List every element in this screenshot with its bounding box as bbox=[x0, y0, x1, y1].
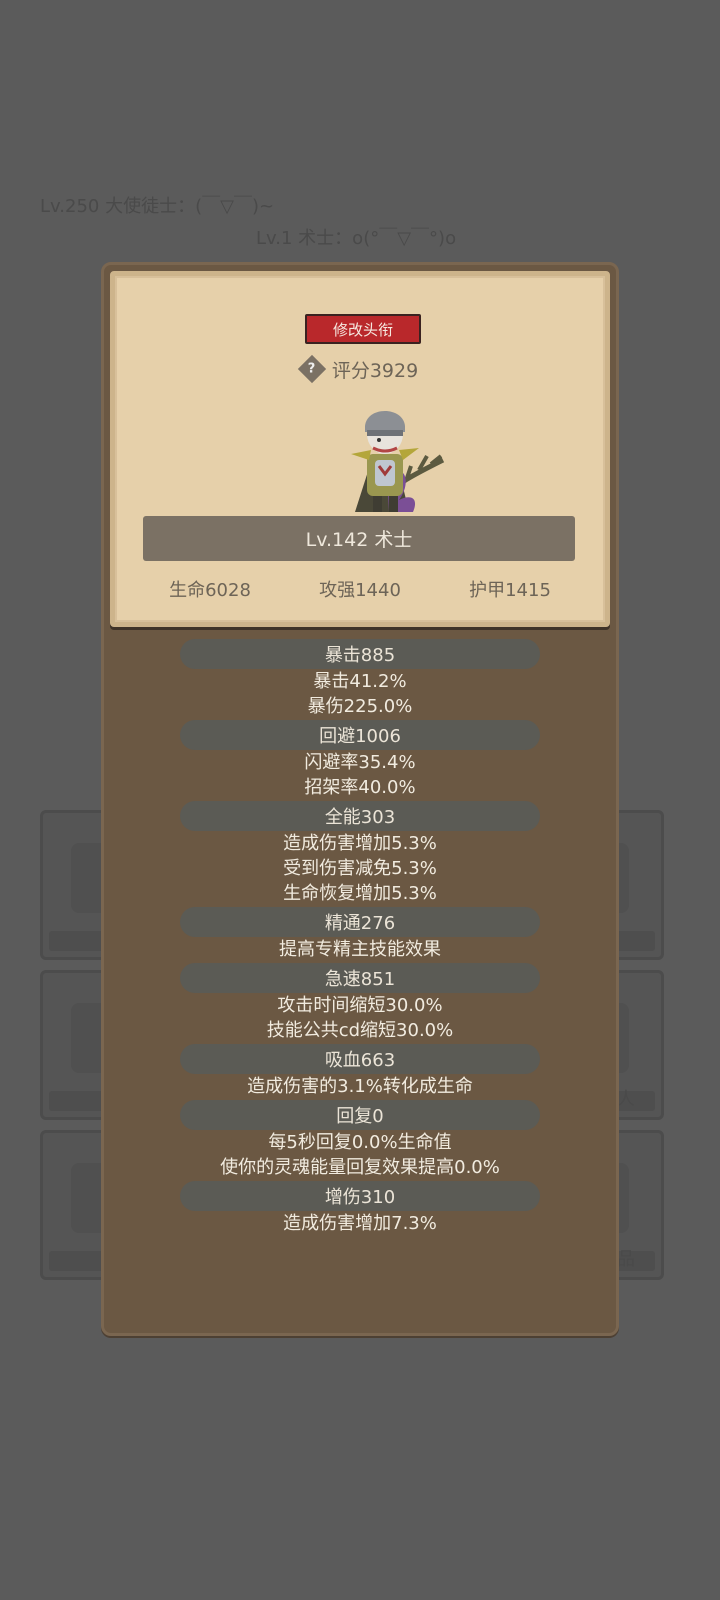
score-row: ? 评分3929 bbox=[115, 354, 605, 384]
secondary-stats-list: 暴击885 暴击41.2% 暴伤225.0% 回避1006 闪避率35.4% 招… bbox=[104, 638, 616, 1236]
stat-line: 造成伤害的3.1%转化成生命 bbox=[247, 1076, 473, 1097]
stat-header-damage-increase: 增伤310 bbox=[180, 1181, 540, 1211]
stat-header-versatility: 全能303 bbox=[180, 801, 540, 831]
stat-header-mastery: 精通276 bbox=[180, 907, 540, 937]
character-stats-modal: 修改头衔 ? 评分3929 Lv.142 术士 生命6028 攻强1440 护甲… bbox=[101, 262, 619, 1336]
stat-line: 生命恢复增加5.3% bbox=[283, 883, 437, 904]
stat-line: 暴击41.2% bbox=[313, 671, 407, 692]
stat-line: 攻击时间缩短30.0% bbox=[277, 995, 443, 1016]
stat-header-crit: 暴击885 bbox=[180, 639, 540, 669]
stat-line: 受到伤害减免5.3% bbox=[283, 858, 437, 879]
score-text: 评分3929 bbox=[331, 359, 419, 382]
character-card: 修改头衔 ? 评分3929 Lv.142 术士 生命6028 攻强1440 护甲… bbox=[110, 271, 610, 627]
stat-line: 提高专精主技能效果 bbox=[279, 939, 441, 960]
stat-line: 使你的灵魂能量回复效果提高0.0% bbox=[220, 1157, 500, 1178]
stat-line: 造成伤害增加7.3% bbox=[283, 1213, 437, 1234]
edit-title-button[interactable]: 修改头衔 bbox=[305, 314, 421, 344]
stat-line: 造成伤害增加5.3% bbox=[283, 833, 437, 854]
stat-line: 暴伤225.0% bbox=[307, 696, 413, 717]
stat-line: 闪避率35.4% bbox=[304, 752, 416, 773]
stat-header-avoidance: 回避1006 bbox=[180, 720, 540, 750]
character-avatar bbox=[351, 411, 445, 512]
hp-stat: 生命6028 bbox=[169, 580, 251, 601]
help-icon[interactable]: ? bbox=[297, 354, 326, 384]
level-class-bar: Lv.142 术士 bbox=[143, 516, 575, 561]
background-tile-label: 品 bbox=[617, 1249, 635, 1270]
background-tile-label: 人 bbox=[617, 1089, 635, 1110]
screen: Lv.250 大使徒士：(￣▽￣)~ Lv.1 术士：o(°￣▽￣°)o 人 品… bbox=[0, 0, 720, 1600]
armor-stat: 护甲1415 bbox=[469, 580, 551, 601]
stat-header-lifesteal: 吸血663 bbox=[180, 1044, 540, 1074]
stat-line: 每5秒回复0.0%生命值 bbox=[268, 1132, 452, 1153]
attack-power-stat: 攻强1440 bbox=[319, 580, 401, 601]
stat-header-haste: 急速851 bbox=[180, 963, 540, 993]
stat-line: 招架率40.0% bbox=[304, 777, 416, 798]
background-line: Lv.250 大使徒士：(￣▽￣)~ bbox=[40, 196, 275, 217]
background-line: Lv.1 术士：o(°￣▽￣°)o bbox=[256, 228, 457, 249]
stat-header-regen: 回复0 bbox=[180, 1100, 540, 1130]
stat-line: 技能公共cd缩短30.0% bbox=[266, 1020, 454, 1041]
base-stats-row: 生命6028 攻强1440 护甲1415 bbox=[135, 572, 585, 606]
